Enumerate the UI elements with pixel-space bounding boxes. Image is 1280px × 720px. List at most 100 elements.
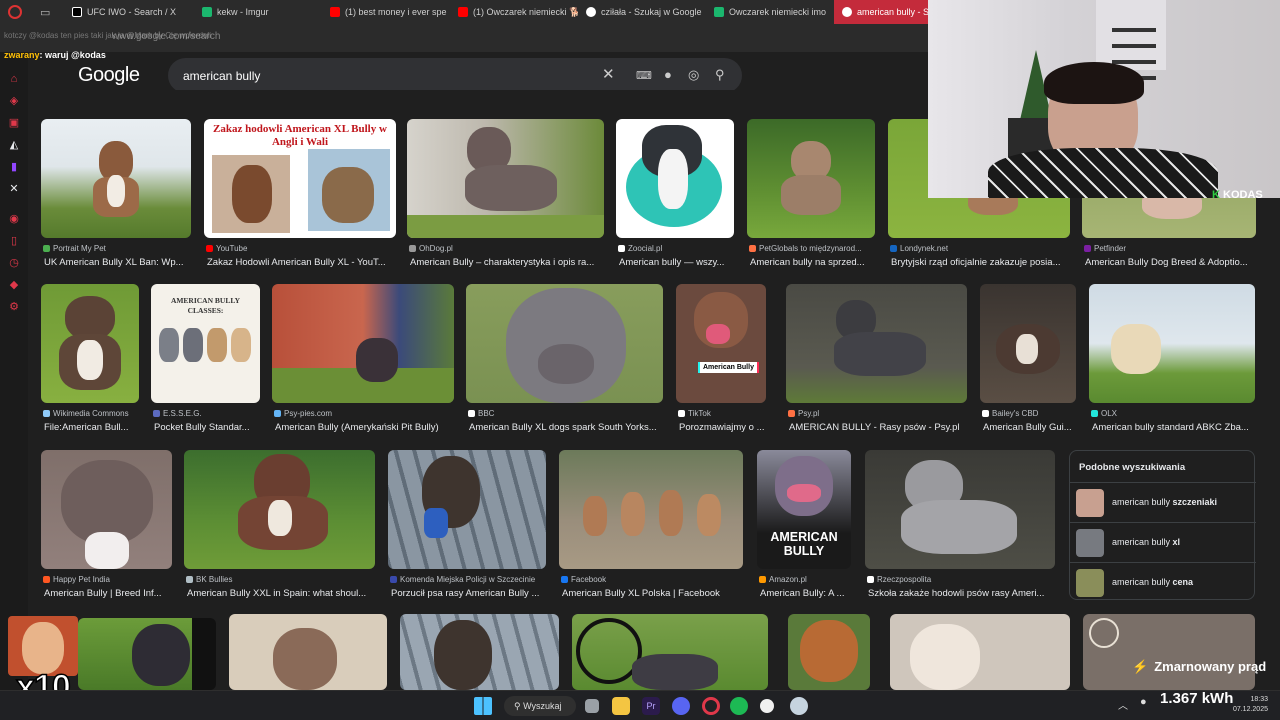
result-source: Psy-pies.com [274,409,332,418]
image-result[interactable]: Wikimedia Commons File:American Bull... [41,284,139,434]
image-result[interactable]: Komenda Miejska Policji w Szczecinie Por… [388,450,546,600]
image-result[interactable]: AMERICAN BULLY Amazon.pl American Bully:… [757,450,851,600]
settings-icon[interactable]: ⚙ [7,300,21,314]
image-result[interactable]: American Bully TikTok Porozmawiajmy o ..… [676,284,766,434]
source-label: BK Bullies [196,575,233,584]
related-label: american bully szczeniaki [1112,497,1217,507]
result-title: American Bully Dog Breed & Adoptio... [1085,257,1248,268]
result-image [272,284,454,403]
tab-2[interactable]: kekw - Imgur [194,0,322,24]
image-result[interactable]: PetGlobals to międzynarod... American bu… [747,119,875,269]
extensions-icon[interactable]: ◆ [7,278,21,292]
tab-5[interactable]: cziłała - Szukaj w Google [578,0,706,24]
related-item[interactable]: american bully szczeniaki [1070,482,1256,522]
clear-icon[interactable]: ✕ [602,65,615,83]
opera-logo-icon[interactable] [8,5,22,19]
result-title: Brytyjski rząd oficjalnie zakazuje posia… [891,257,1061,268]
related-bold: xl [1172,537,1181,547]
x-icon[interactable]: ✕ [7,182,21,196]
mic-icon[interactable]: ● [1140,696,1158,714]
result-image: American Bully [676,284,766,403]
tab-6[interactable]: Owczarek niemiecki imo [706,0,834,24]
mic-icon[interactable]: ● [664,67,672,82]
image-result[interactable]: Portrait My Pet UK American Bully XL Ban… [41,119,191,269]
tab-active[interactable]: american bully - Szuk [834,0,940,24]
address-bar[interactable]: www.google.com/search [112,31,220,42]
image-result[interactable]: Facebook American Bully XL Polska | Face… [559,450,743,600]
image-result[interactable] [788,614,870,690]
discord-icon[interactable] [672,697,690,715]
task-view-icon[interactable] [585,699,599,713]
result-image [616,119,734,238]
related-item[interactable]: american bully cena [1070,562,1256,602]
search-box[interactable]: american bully ✕ ⌨ ● ◎ ⚲ [168,58,742,93]
search-input[interactable]: american bully [183,69,260,83]
app-icon[interactable] [760,699,774,713]
result-title: File:American Bull... [44,422,129,433]
image-result[interactable] [1083,614,1255,690]
image-result[interactable]: Zakaz hodowli American XL Bully w Angli … [204,119,396,269]
result-title: American Bully Gui... [983,422,1072,433]
lens-icon[interactable]: ◎ [688,67,699,83]
result-title: Porozmawiajmy o ... [679,422,765,433]
x-icon [72,7,82,17]
spotify-icon[interactable] [730,697,748,715]
result-source: Happy Pet India [43,575,110,584]
tab-label: cziłała - Szukaj w Google [601,7,702,17]
result-source: Petfinder [1084,244,1126,253]
bookmark-icon[interactable]: ▯ [7,234,21,248]
result-image: AMERICAN BULLY [757,450,851,569]
player-icon[interactable]: ◉ [7,212,21,226]
image-result[interactable] [229,614,387,690]
windows-start-icon[interactable] [474,697,492,715]
image-result[interactable]: BK Bullies American Bully XXL in Spain: … [184,450,375,600]
twitch-icon[interactable]: ▮ [7,160,21,174]
image-result[interactable]: Happy Pet India American Bully | Breed I… [41,450,172,600]
site-icon [749,245,756,252]
image-result[interactable]: AMERICAN BULLY CLASSES: E.S.S.E.G. Pocke… [151,284,260,434]
result-source: BBC [468,409,494,418]
image-result[interactable]: OhDog.pl American Bully – charakterystyk… [407,119,604,269]
google-logo[interactable]: Google [78,64,140,87]
result-image [1083,614,1255,690]
related-item[interactable]: american bully xl [1070,522,1256,562]
tab-3[interactable]: (1) best money i ever spe [322,0,450,24]
streamer-brand: K KODAS [1212,189,1263,201]
premiere-icon[interactable]: Pr [642,697,660,715]
image-result[interactable] [78,618,216,690]
steam-icon[interactable] [790,697,808,715]
history-icon[interactable]: ◷ [7,256,21,270]
related-thumb [1076,569,1104,597]
tray-chevron-icon[interactable]: ︿ [1118,697,1136,715]
image-result[interactable] [400,614,559,690]
image-result[interactable]: Zoocial.pl American bully — wszy... [616,119,734,269]
folder-icon[interactable] [612,697,630,715]
olx-icon [1091,410,1098,417]
energy-value: 1.367 kWh [1160,690,1234,707]
related-thumb [1076,489,1104,517]
keyboard-icon[interactable]: ⌨ [636,69,652,82]
tab-label: UFC IWO - Search / X [87,7,177,17]
image-result[interactable]: Psy-pies.com American Bully (Amerykański… [272,284,454,434]
ai-icon[interactable]: ◭ [7,138,21,152]
tab-1[interactable]: UFC IWO - Search / X [64,0,194,24]
search-icon[interactable]: ⚲ [715,67,725,83]
result-title: American Bully (Amerykański Pit Bully) [275,422,439,433]
opera-gx-icon[interactable] [702,697,720,715]
shield-icon[interactable]: ◈ [7,94,21,108]
tab-4[interactable]: (1) Owczarek niemiecki 🐕 [450,0,578,24]
result-source: Portrait My Pet [43,244,106,253]
taskbar-search[interactable]: ⚲ Wyszukaj [504,696,576,716]
image-result[interactable]: Psy.pl AMERICAN BULLY - Rasy psów - Psy.… [786,284,967,434]
tab-list-icon[interactable]: ▭ [30,0,64,24]
image-result[interactable]: Bailey's CBD American Bully Gui... [980,284,1076,434]
notes-icon[interactable]: ▣ [7,116,21,130]
result-title: American bully — wszy... [619,257,725,268]
home-icon[interactable]: ⌂ [7,72,21,86]
image-result[interactable]: BBC American Bully XL dogs spark South Y… [466,284,663,434]
image-result[interactable]: Rzeczpospolita Szkoła zakaże hodowli psó… [865,450,1055,600]
image-result[interactable] [890,614,1070,690]
image-result[interactable]: OLX American bully standard ABKC Zba... [1089,284,1255,434]
image-result[interactable] [572,614,768,690]
result-image [466,284,663,403]
